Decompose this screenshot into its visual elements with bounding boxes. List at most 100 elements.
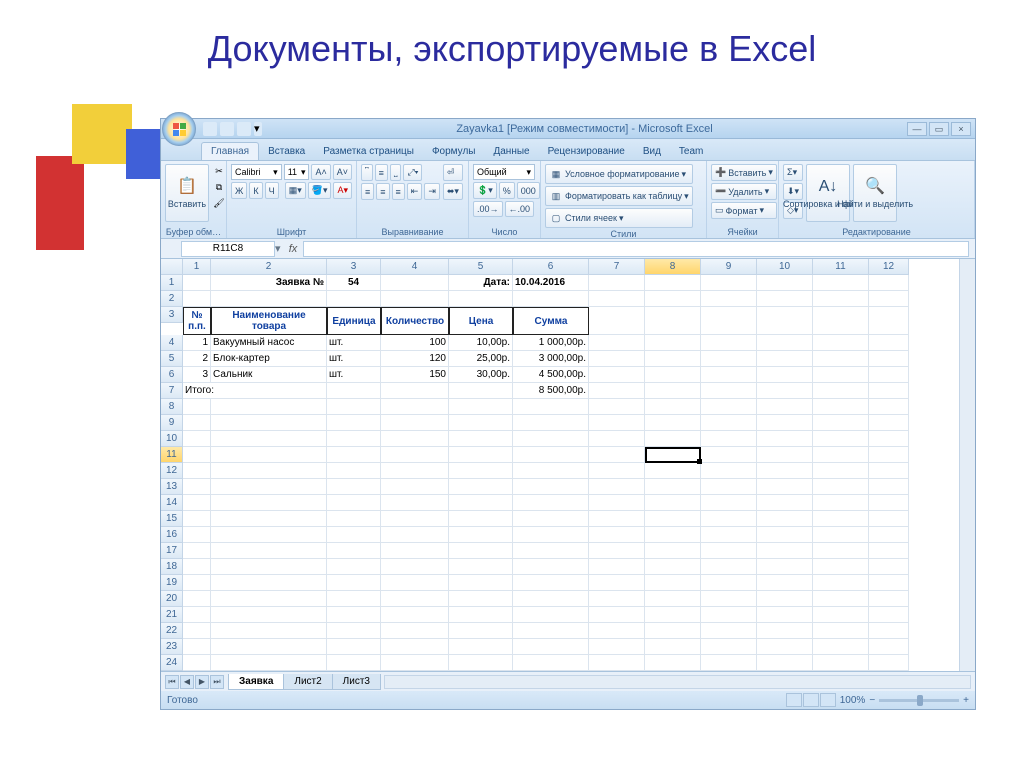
cell[interactable] [869, 399, 909, 415]
col-header[interactable]: 9 [701, 259, 757, 275]
cell[interactable] [381, 447, 449, 463]
cell[interactable] [869, 447, 909, 463]
cell[interactable] [589, 431, 645, 447]
cell[interactable] [701, 367, 757, 383]
cell[interactable] [183, 291, 211, 307]
find-select-button[interactable]: 🔍Найти и выделить [853, 164, 897, 222]
cell[interactable] [813, 351, 869, 367]
col-header[interactable]: 11 [813, 259, 869, 275]
cell[interactable] [449, 383, 513, 399]
cell[interactable]: № п.п. [183, 307, 211, 335]
cell[interactable]: шт. [327, 351, 381, 367]
indent-inc-button[interactable]: ⇥ [424, 183, 440, 200]
cell[interactable] [589, 275, 645, 291]
cell[interactable] [813, 591, 869, 607]
col-header[interactable]: 5 [449, 259, 513, 275]
row-header[interactable]: 4 [161, 335, 183, 351]
cell[interactable] [757, 511, 813, 527]
cell[interactable] [701, 275, 757, 291]
cell[interactable] [589, 399, 645, 415]
horizontal-scrollbar[interactable] [384, 675, 971, 689]
indent-dec-button[interactable]: ⇤ [407, 183, 423, 200]
cell[interactable]: 100 [381, 335, 449, 351]
cell[interactable]: Блок-картер [211, 351, 327, 367]
align-left-button[interactable]: ≡ [361, 183, 374, 200]
sheet-nav-last[interactable]: ⏭ [210, 675, 224, 689]
cell[interactable] [757, 367, 813, 383]
col-header[interactable]: 8 [645, 259, 701, 275]
cell[interactable] [701, 623, 757, 639]
insert-cells-button[interactable]: ➕Вставить▾ [711, 164, 777, 181]
cell[interactable] [645, 655, 701, 671]
cell[interactable] [589, 463, 645, 479]
cell[interactable]: 25,00р. [449, 351, 513, 367]
align-center-button[interactable]: ≡ [376, 183, 389, 200]
cell[interactable] [813, 495, 869, 511]
cell[interactable] [701, 351, 757, 367]
cell[interactable] [327, 291, 381, 307]
cell[interactable] [701, 431, 757, 447]
dec-decimal-button[interactable]: ←.00 [505, 201, 535, 217]
cell[interactable] [813, 607, 869, 623]
cell[interactable] [183, 527, 211, 543]
cell[interactable] [211, 479, 327, 495]
cell[interactable] [645, 543, 701, 559]
sheet-tab[interactable]: Лист3 [332, 674, 381, 690]
name-box[interactable]: R11C8 [181, 241, 275, 257]
col-header[interactable]: 4 [381, 259, 449, 275]
autosum-button[interactable]: Σ▾ [783, 164, 803, 181]
cell[interactable] [183, 511, 211, 527]
cell[interactable] [645, 415, 701, 431]
cell[interactable] [381, 639, 449, 655]
cell[interactable] [757, 639, 813, 655]
cell[interactable] [589, 383, 645, 399]
cell[interactable] [183, 623, 211, 639]
cell[interactable]: 1 [183, 335, 211, 351]
cell[interactable] [869, 291, 909, 307]
border-button[interactable]: ▦▾ [285, 182, 306, 199]
cell[interactable] [813, 639, 869, 655]
cell[interactable] [589, 655, 645, 671]
delete-cells-button[interactable]: ➖Удалить▾ [711, 183, 777, 200]
cell[interactable] [381, 591, 449, 607]
cell[interactable] [701, 575, 757, 591]
row-header[interactable]: 23 [161, 639, 183, 655]
cell[interactable] [813, 307, 869, 335]
cell[interactable] [813, 275, 869, 291]
cell[interactable] [645, 463, 701, 479]
ribbon-tab-4[interactable]: Данные [484, 143, 538, 160]
cell[interactable] [183, 415, 211, 431]
vertical-scrollbar[interactable] [959, 259, 975, 671]
row-header[interactable]: 16 [161, 527, 183, 543]
cell[interactable] [589, 591, 645, 607]
cell[interactable] [757, 527, 813, 543]
cell[interactable] [327, 575, 381, 591]
cell[interactable] [757, 275, 813, 291]
cell[interactable] [589, 607, 645, 623]
conditional-formatting-button[interactable]: ▦Условное форматирование ▾ [545, 164, 693, 184]
cell[interactable] [449, 511, 513, 527]
row-header[interactable]: 22 [161, 623, 183, 639]
row-header[interactable]: 5 [161, 351, 183, 367]
cell[interactable] [645, 275, 701, 291]
orientation-button[interactable]: ⤢▾ [403, 164, 422, 181]
cell[interactable] [513, 655, 589, 671]
cell[interactable]: шт. [327, 367, 381, 383]
cell[interactable] [869, 623, 909, 639]
cell[interactable] [211, 527, 327, 543]
cell[interactable] [869, 275, 909, 291]
cell[interactable] [381, 399, 449, 415]
cell[interactable] [869, 559, 909, 575]
cell[interactable] [589, 351, 645, 367]
cell[interactable] [869, 527, 909, 543]
cell[interactable] [757, 623, 813, 639]
cell[interactable] [183, 639, 211, 655]
row-header[interactable]: 19 [161, 575, 183, 591]
align-bottom-button[interactable]: ⎵ [390, 164, 402, 181]
cell[interactable] [869, 463, 909, 479]
cell[interactable] [869, 511, 909, 527]
cell[interactable]: Наименование товара [211, 307, 327, 335]
cell[interactable]: Количество [381, 307, 449, 335]
cell[interactable] [645, 607, 701, 623]
cell[interactable] [513, 447, 589, 463]
